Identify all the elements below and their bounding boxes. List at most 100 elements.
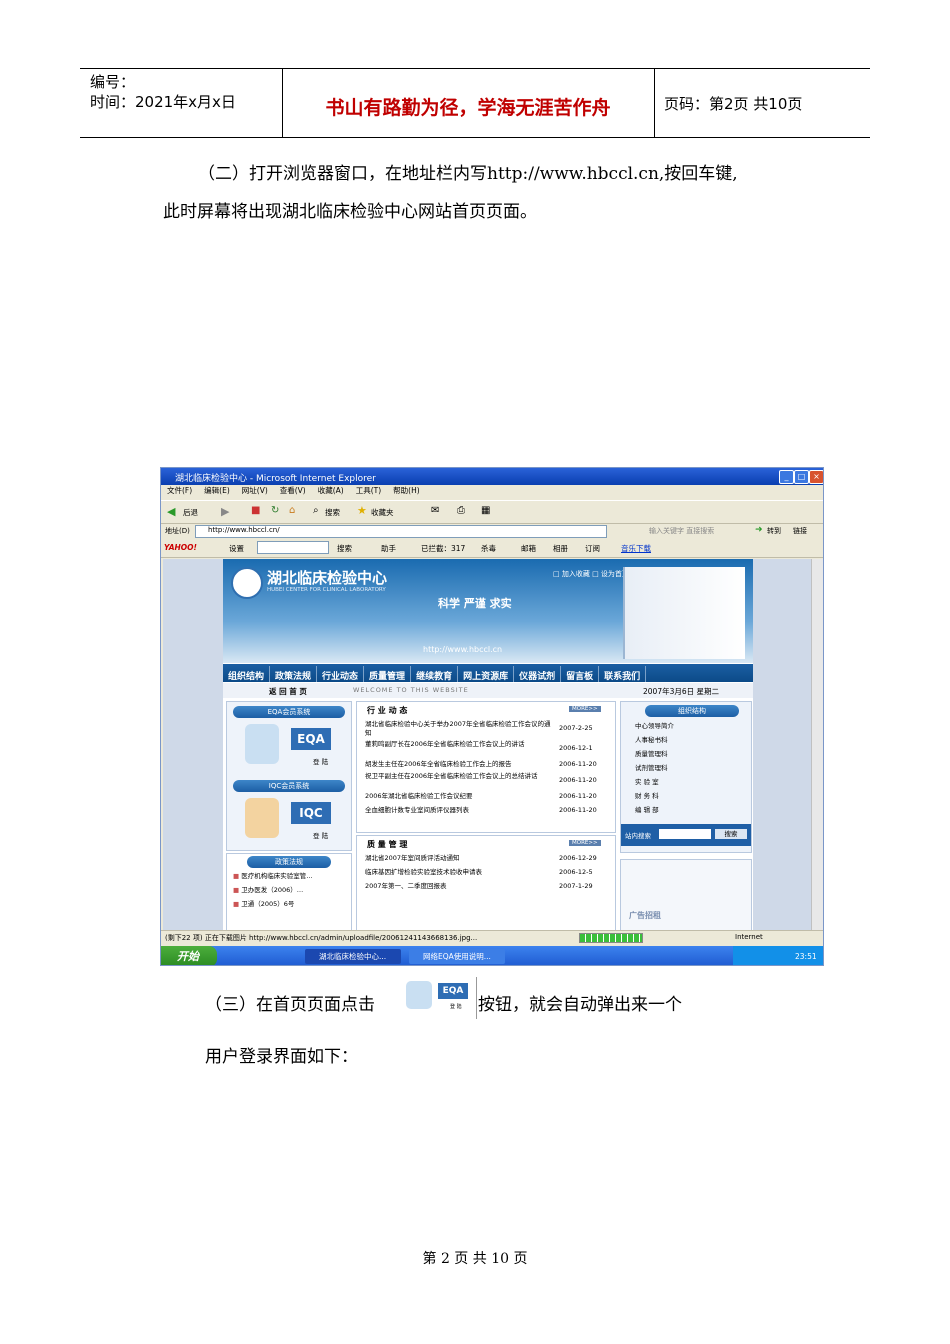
- nav-item[interactable]: 网上资源库: [458, 666, 515, 682]
- menu-edit[interactable]: 编辑(E): [204, 486, 230, 495]
- favorites-star-icon[interactable]: ★: [357, 504, 367, 517]
- org-item[interactable]: 试剂管理科: [635, 764, 668, 773]
- nav-item[interactable]: 继续教育: [411, 666, 459, 682]
- quality-more[interactable]: MORE>>: [569, 840, 601, 846]
- iqc-badge[interactable]: IQC: [291, 802, 331, 824]
- news-item-title[interactable]: 2006年湖北省临床检验工作会议纪要: [365, 792, 473, 800]
- nav-item[interactable]: 质量管理: [364, 666, 412, 682]
- task-ie[interactable]: 湖北临床检验中心...: [305, 949, 401, 964]
- menu-site[interactable]: 网址(V): [242, 486, 268, 495]
- news-item-title[interactable]: 湖北省临床检验中心关于举办2007年全省临床检验工作会议的通知: [365, 720, 551, 737]
- org-item[interactable]: 人事秘书科: [635, 736, 668, 745]
- news-item-title[interactable]: 全血细胞计数专业室间质评仪器列表: [365, 806, 469, 814]
- minimize-icon[interactable]: _: [779, 470, 794, 484]
- browser-screenshot: 湖北临床检验中心 - Microsoft Internet Explorer _…: [160, 467, 824, 966]
- go-button[interactable]: 转到: [767, 526, 781, 536]
- yahoo-antivirus[interactable]: 杀毒: [481, 543, 496, 554]
- policy-item-text[interactable]: 卫办医发（2006）…: [241, 886, 303, 894]
- org-item[interactable]: 中心领导简介: [635, 722, 674, 731]
- news-item[interactable]: 全血细胞计数专业室间质评仪器列表: [365, 806, 555, 815]
- paragraph-line: （三）在首页页面点击: [205, 995, 375, 1015]
- page-footer: 第 2 页 共 10 页: [422, 1251, 528, 1267]
- quality-item[interactable]: 湖北省2007年室间质评活动通知: [365, 854, 555, 863]
- news-item[interactable]: 董莉鸣副厅长在2006年全省临床检验工作会议上的讲话: [365, 740, 555, 749]
- links-label[interactable]: 链接: [793, 526, 807, 536]
- news-item-title[interactable]: 祝卫平副主任在2006年全省临床检验工作会议上的总结讲话: [365, 772, 538, 780]
- keyword-hint[interactable]: 输入关键字 直接搜索: [649, 526, 714, 536]
- news-item[interactable]: 2006年湖北省临床检验工作会议纪要: [365, 792, 555, 801]
- close-icon[interactable]: ×: [809, 470, 823, 484]
- go-arrow-icon[interactable]: ➜: [755, 525, 763, 535]
- site-search-button[interactable]: 搜索: [715, 829, 747, 839]
- window-title: 湖北临床检验中心 - Microsoft Internet Explorer: [175, 474, 376, 484]
- yahoo-settings[interactable]: 设置: [229, 543, 244, 554]
- search-button[interactable]: 搜索: [325, 507, 340, 518]
- refresh-icon[interactable]: ↻: [271, 505, 279, 516]
- nav-item[interactable]: 政策法规: [270, 666, 318, 682]
- menu-help[interactable]: 帮助(H): [393, 486, 420, 495]
- org-item[interactable]: 质量管理科: [635, 750, 668, 759]
- news-item-title[interactable]: 胡发生主任在2006年全省临床检验工作会上的报告: [365, 760, 512, 768]
- search-icon[interactable]: ⌕: [313, 505, 319, 516]
- yahoo-search-input[interactable]: [257, 541, 329, 554]
- nav-item[interactable]: 仪器试剂: [514, 666, 562, 682]
- site-search-input[interactable]: [659, 829, 711, 839]
- news-more[interactable]: MORE>>: [569, 706, 601, 712]
- vertical-scrollbar[interactable]: [811, 559, 823, 930]
- news-item[interactable]: 胡发生主任在2006年全省临床检验工作会上的报告: [365, 760, 555, 769]
- org-item[interactable]: 实 验 室: [635, 778, 659, 787]
- favorites-button[interactable]: 收藏夹: [371, 507, 394, 518]
- menu-file[interactable]: 文件(F): [167, 486, 192, 495]
- menu-view[interactable]: 查看(V): [280, 486, 306, 495]
- yahoo-blocked[interactable]: 已拦截：317: [421, 543, 465, 554]
- yahoo-logo[interactable]: YAHOO!: [164, 543, 197, 552]
- yahoo-music[interactable]: 音乐下载: [621, 543, 651, 554]
- policy-item-text[interactable]: 医疗机构临床实验室管…: [241, 872, 313, 880]
- address-input[interactable]: http://www.hbccl.cn/: [195, 525, 607, 538]
- forward-arrow-icon[interactable]: ▶: [221, 505, 229, 518]
- policy-item[interactable]: ■ 医疗机构临床实验室管…: [233, 872, 313, 881]
- nav-item[interactable]: 联系我们: [599, 666, 647, 682]
- news-item[interactable]: 祝卫平副主任在2006年全省临床检验工作会议上的总结讲话: [365, 772, 555, 781]
- quality-item[interactable]: 临床基因扩增检验实验室技术验收申请表: [365, 868, 555, 877]
- edit-icon[interactable]: ▦: [481, 505, 490, 516]
- policy-item[interactable]: ■ 卫通（2005）6号: [233, 900, 294, 909]
- yahoo-search-button[interactable]: 搜索: [337, 543, 352, 554]
- nav-item[interactable]: 行业动态: [317, 666, 365, 682]
- home-icon[interactable]: ⌂: [289, 505, 295, 516]
- print-icon[interactable]: ⎙: [457, 505, 465, 516]
- nav-item[interactable]: 留言板: [561, 666, 600, 682]
- org-item[interactable]: 编 辑 部: [635, 806, 659, 815]
- nav-item[interactable]: 组织结构: [223, 666, 271, 682]
- building-image: [623, 567, 745, 659]
- news-item-title[interactable]: 董莉鸣副厅长在2006年全省临床检验工作会议上的讲话: [365, 740, 525, 748]
- mail-icon[interactable]: ✉: [431, 505, 439, 516]
- quality-item[interactable]: 2007年第一、二季度回报表: [365, 882, 555, 891]
- code-label: 编号：: [90, 73, 136, 91]
- policy-item-text[interactable]: 卫通（2005）6号: [241, 900, 294, 908]
- top-links[interactable]: □ 加入收藏 □ 设为首页: [553, 569, 629, 579]
- policy-item[interactable]: ■ 卫办医发（2006）…: [233, 886, 303, 895]
- menu-favorites[interactable]: 收藏(A): [318, 486, 344, 495]
- yahoo-helper[interactable]: 助手: [381, 543, 396, 554]
- iqc-login[interactable]: 登 陆: [313, 830, 328, 840]
- eqa-login[interactable]: 登 陆: [313, 756, 328, 766]
- eqa-badge[interactable]: EQA: [291, 728, 331, 750]
- maximize-icon[interactable]: □: [794, 470, 809, 484]
- quality-item-title[interactable]: 临床基因扩增检验实验室技术验收申请表: [365, 868, 482, 876]
- yahoo-photos[interactable]: 相册: [553, 543, 568, 554]
- paragraph-line: 按钮，就会自动弹出来一个: [478, 995, 682, 1015]
- quality-item-title[interactable]: 2007年第一、二季度回报表: [365, 882, 447, 890]
- news-item[interactable]: 湖北省临床检验中心关于举办2007年全省临床检验工作会议的通知: [365, 720, 555, 738]
- org-item[interactable]: 财 务 科: [635, 792, 659, 801]
- yahoo-subscribe[interactable]: 订阅: [585, 543, 600, 554]
- menu-tools[interactable]: 工具(T): [356, 486, 381, 495]
- back-button[interactable]: 后退: [183, 507, 198, 518]
- stop-icon[interactable]: ■: [251, 505, 260, 516]
- task-doc[interactable]: 网络EQA使用说明...: [409, 949, 505, 964]
- back-arrow-icon[interactable]: ◀: [167, 505, 175, 518]
- home-link[interactable]: 返 回 首 页: [269, 686, 307, 697]
- quality-item-title[interactable]: 湖北省2007年室间质评活动通知: [365, 854, 460, 862]
- start-button[interactable]: 开始: [161, 946, 217, 965]
- yahoo-mail[interactable]: 邮箱: [521, 543, 536, 554]
